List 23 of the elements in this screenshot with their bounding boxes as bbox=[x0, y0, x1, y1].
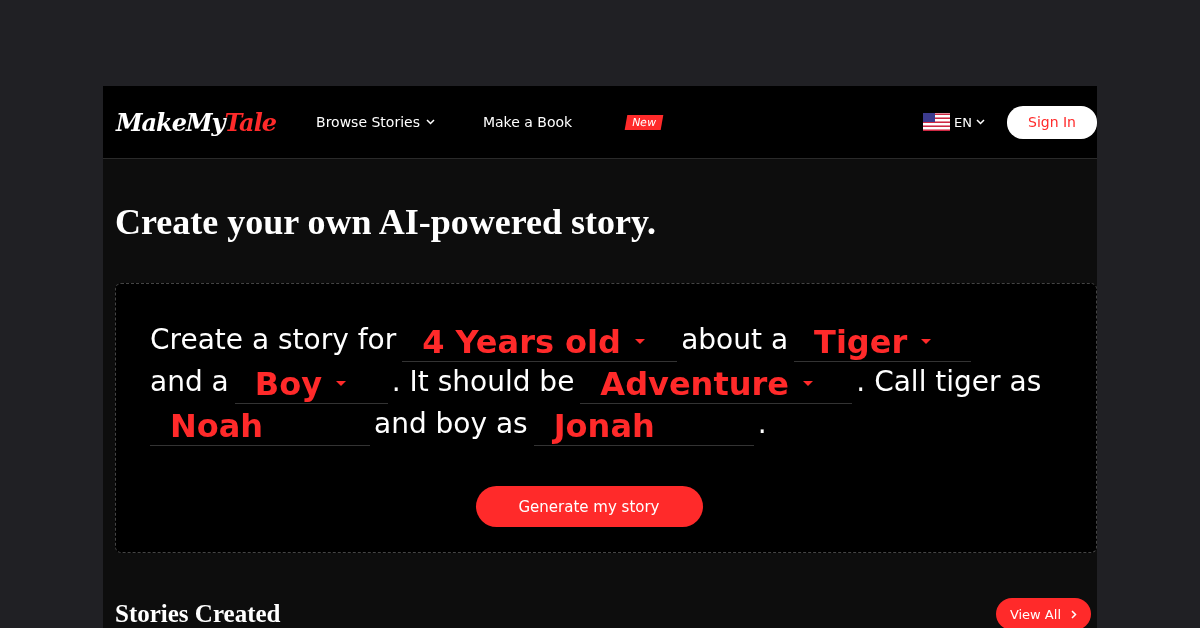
dropdown-field[interactable]: Adventure bbox=[580, 364, 853, 404]
nav-link[interactable]: Make a Book bbox=[482, 114, 573, 130]
sentence-text: and boy as bbox=[374, 407, 528, 440]
view-all-button[interactable]: View All bbox=[995, 598, 1091, 628]
dropdown-field[interactable]: Boy bbox=[234, 364, 388, 404]
sentence-text: . bbox=[757, 407, 767, 440]
dropdown-field[interactable]: Tiger bbox=[794, 322, 972, 362]
page-title: Create your own AI-powered story. bbox=[114, 201, 657, 241]
sentence-text: . Call tiger as bbox=[856, 365, 1042, 398]
dropdown-field[interactable]: 4 Years old bbox=[402, 322, 678, 362]
nav-dropdown[interactable]: Browse Stories bbox=[316, 114, 435, 130]
input-field[interactable]: Noah bbox=[150, 406, 370, 446]
input-field[interactable]: Jonah bbox=[533, 406, 754, 446]
sentence-text: about a bbox=[681, 323, 789, 356]
language-selector[interactable]: EN bbox=[954, 114, 985, 130]
new-badge: New bbox=[624, 114, 664, 130]
sentence-text: Create a story for bbox=[150, 323, 397, 356]
sentence-text: and a bbox=[150, 365, 229, 398]
sentence-text: . It should be bbox=[391, 365, 575, 398]
section-title: Stories Created bbox=[115, 600, 281, 628]
logo[interactable]: MakeMyTale bbox=[116, 107, 277, 137]
sign-in-button[interactable]: Sign In bbox=[1007, 105, 1097, 139]
generate-button[interactable]: Generate my story bbox=[475, 486, 703, 527]
